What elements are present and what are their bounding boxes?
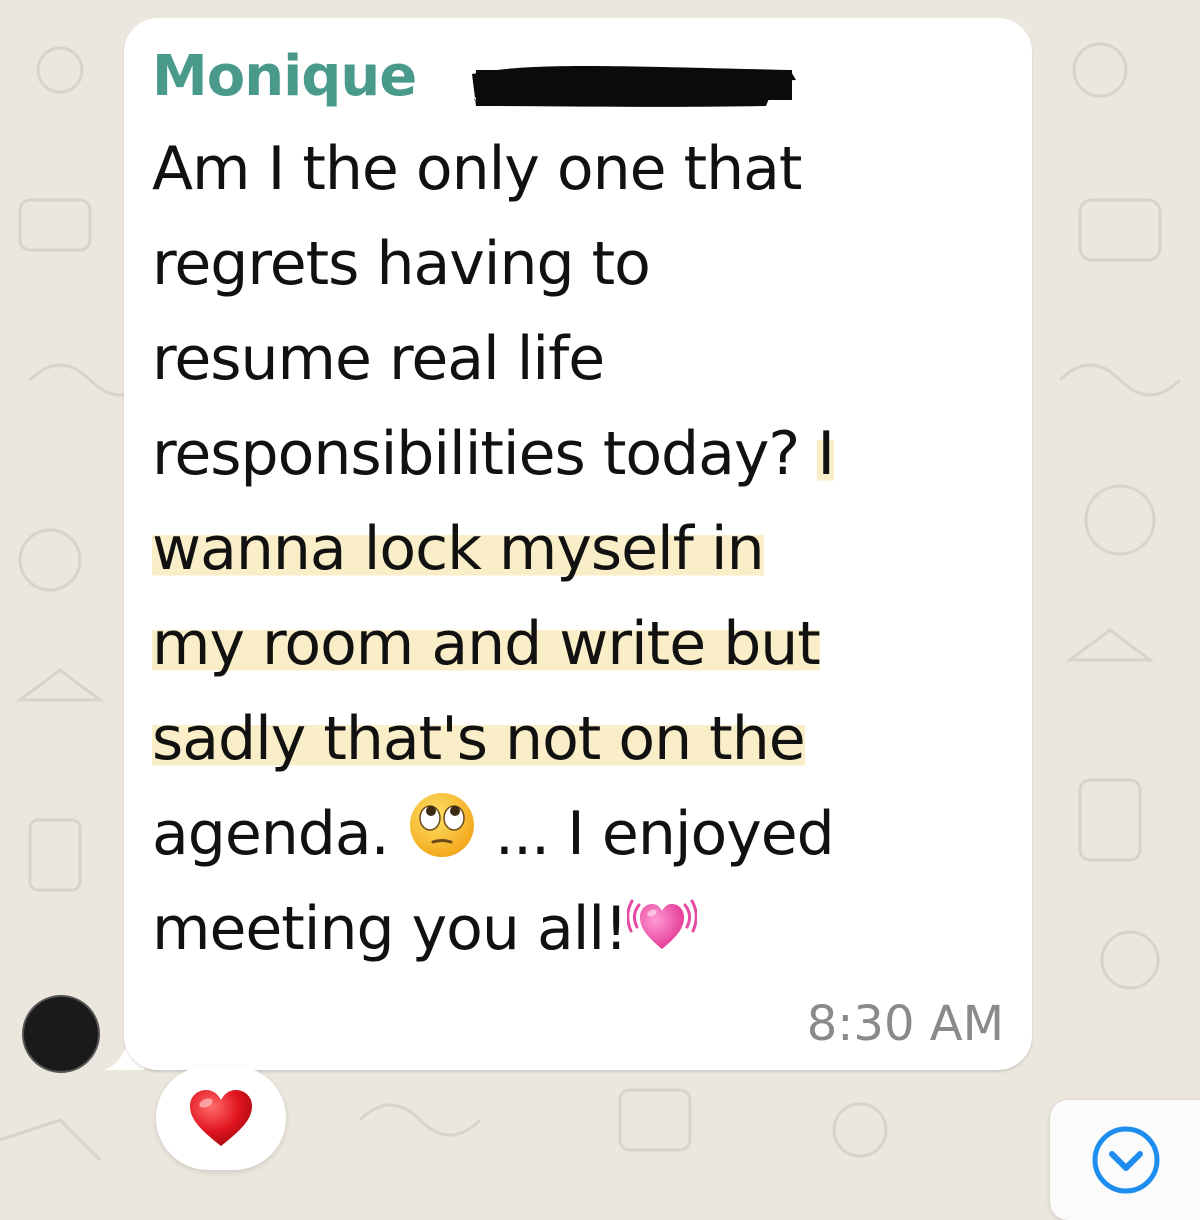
sender-name[interactable]: Monique xyxy=(152,42,417,112)
message-line: resume real life xyxy=(152,312,1012,407)
beating-heart-icon xyxy=(627,899,698,949)
message-line: meeting you all! xyxy=(152,882,1012,977)
highlighted-text: my room and write but xyxy=(152,609,821,679)
reaction-badge[interactable] xyxy=(156,1066,286,1170)
message-text-segment: regrets having to xyxy=(152,229,651,299)
message-line: sadly that's not on the xyxy=(152,692,1012,787)
message-text-segment: responsibilities today? xyxy=(152,419,818,489)
message-text-segment: agenda. xyxy=(152,799,407,869)
message-text-segment: Am I the only one that xyxy=(152,134,802,204)
message-line: Am I the only one that xyxy=(152,122,1012,217)
redaction-scribble xyxy=(472,66,796,107)
message-line: my room and write but xyxy=(152,597,1012,692)
message-line: wanna lock myself in xyxy=(152,502,1012,597)
message-line: responsibilities today? I xyxy=(152,407,1012,502)
face-with-rolling-eyes-icon xyxy=(409,793,474,857)
message-text-segment: meeting you all! xyxy=(152,894,628,964)
highlighted-text: wanna lock myself in xyxy=(152,514,765,584)
highlighted-text: sadly that's not on the xyxy=(152,704,806,774)
sender-avatar[interactable] xyxy=(22,995,100,1073)
message-line: agenda. ... I enjoyed xyxy=(152,787,1012,882)
message-line: regrets having to xyxy=(152,217,1012,312)
message-timestamp: 8:30 AM xyxy=(806,996,1004,1052)
highlighted-text: I xyxy=(817,419,835,489)
message-text: Am I the only one that regrets having to r… xyxy=(152,122,1012,977)
chevron-down-icon xyxy=(1092,1126,1160,1194)
message-bubble[interactable]: Monique Am I the only one that regrets ha… xyxy=(124,18,1032,1070)
sender-row: Monique xyxy=(152,42,872,112)
message-text-segment: resume real life xyxy=(152,324,605,394)
message-text-segment: ... I enjoyed xyxy=(476,799,835,869)
red-heart-icon xyxy=(190,1090,252,1146)
scroll-to-bottom-button[interactable] xyxy=(1050,1100,1200,1220)
